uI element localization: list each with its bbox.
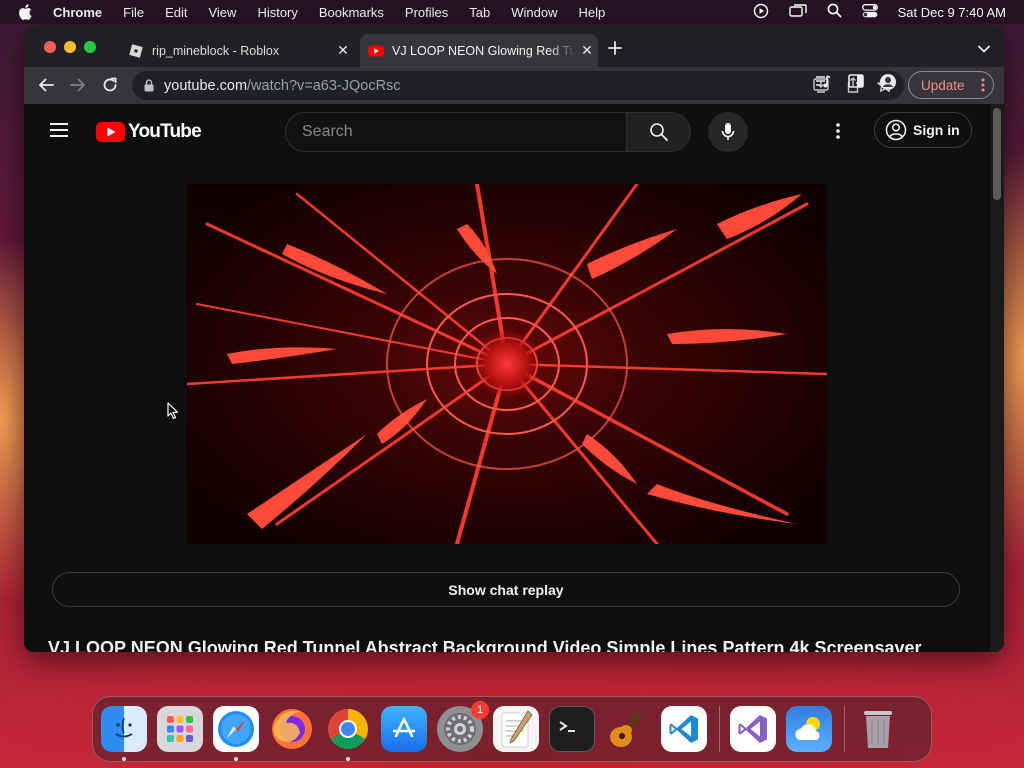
now-playing-icon[interactable] <box>753 3 769 22</box>
account-circle-icon <box>885 119 907 141</box>
tab-title: rip_mineblock - Roblox <box>152 43 280 58</box>
address-bar[interactable]: youtube.com/watch?v=a63-JQocRsc <box>132 71 904 100</box>
url-host: youtube.com <box>164 77 248 94</box>
page-scrollbar[interactable] <box>990 104 1004 652</box>
new-tab-icon[interactable] <box>608 39 622 59</box>
visual-studio-icon[interactable] <box>730 706 776 752</box>
close-tab-icon[interactable]: ✕ <box>576 42 598 59</box>
garageband-icon[interactable] <box>605 706 651 752</box>
spotlight-search-icon[interactable] <box>827 3 842 21</box>
screen-mirroring-icon[interactable] <box>788 3 807 21</box>
close-tab-icon[interactable]: ✕ <box>332 42 354 59</box>
youtube-icon <box>368 43 384 59</box>
menu-bookmarks[interactable]: Bookmarks <box>319 5 384 20</box>
chat-replay-label: Show chat replay <box>448 581 564 598</box>
voice-search-button[interactable] <box>708 112 748 152</box>
youtube-page: YouTube Sign in <box>24 104 1004 652</box>
window-controls <box>44 41 96 53</box>
fullscreen-window-button[interactable] <box>84 41 96 53</box>
app-store-icon[interactable] <box>381 706 427 752</box>
finder-icon[interactable] <box>101 706 147 761</box>
control-center-icon[interactable] <box>861 3 878 21</box>
dock: 1 <box>92 696 932 762</box>
neon-tunnel-video-frame <box>187 184 827 544</box>
trash-icon[interactable] <box>855 706 901 752</box>
update-chrome-button[interactable]: Update <box>908 71 994 99</box>
reload-icon[interactable] <box>98 73 122 97</box>
forward-arrow-icon[interactable] <box>66 73 90 97</box>
search-box <box>285 112 691 152</box>
menu-view[interactable]: View <box>208 5 236 20</box>
visual-studio-code-icon[interactable] <box>661 706 707 752</box>
guide-menu-icon[interactable] <box>50 123 68 137</box>
youtube-header: YouTube Sign in <box>24 104 1004 160</box>
side-panel-icon[interactable] <box>848 73 864 89</box>
dock-separator <box>844 706 845 752</box>
menu-bar: Chrome File Edit View History Bookmarks … <box>0 0 1024 24</box>
video-title: VJ LOOP NEON Glowing Red Tunnel Abstract… <box>48 638 922 652</box>
search-input[interactable] <box>286 113 626 151</box>
settings-kebab-icon[interactable] <box>836 122 840 145</box>
show-chat-replay-button[interactable]: Show chat replay <box>52 572 960 607</box>
tab-strip: rip_mineblock - Roblox ✕ VJ LOOP NEON Gl… <box>24 26 1004 67</box>
minimize-window-button[interactable] <box>64 41 76 53</box>
notification-badge: 1 <box>471 701 489 719</box>
youtube-wordmark: YouTube <box>128 121 202 142</box>
sign-in-label: Sign in <box>913 122 960 138</box>
microphone-icon <box>721 123 735 140</box>
menu-profiles[interactable]: Profiles <box>405 5 448 20</box>
google-chrome-icon[interactable] <box>325 706 371 761</box>
tab-youtube-video[interactable]: VJ LOOP NEON Glowing Red Tunnel Abstract… <box>360 34 598 67</box>
tab-title: VJ LOOP NEON Glowing Red Tunnel Abstract… <box>392 43 576 58</box>
url-path: /watch?v=a63-JQocRsc <box>247 77 401 94</box>
menu-app-name[interactable]: Chrome <box>53 5 102 20</box>
system-settings-icon[interactable]: 1 <box>437 701 489 752</box>
textedit-icon[interactable] <box>493 706 539 752</box>
menu-clock[interactable]: Sat Dec 9 7:40 AM <box>898 5 1006 20</box>
tab-roblox[interactable]: rip_mineblock - Roblox ✕ <box>120 34 354 67</box>
lock-icon[interactable] <box>144 79 154 92</box>
mouse-pointer-icon <box>167 402 179 425</box>
back-arrow-icon[interactable] <box>34 73 58 97</box>
profile-avatar-icon[interactable] <box>879 73 897 91</box>
menu-history[interactable]: History <box>257 5 297 20</box>
weather-icon[interactable] <box>786 706 832 752</box>
safari-icon[interactable] <box>213 706 259 761</box>
menu-window[interactable]: Window <box>511 5 557 20</box>
browser-toolbar: youtube.com/watch?v=a63-JQocRsc Update <box>24 67 1004 104</box>
menu-file[interactable]: File <box>123 5 144 20</box>
menu-help[interactable]: Help <box>579 5 606 20</box>
tab-search-chevron-icon[interactable] <box>978 40 990 58</box>
menu-edit[interactable]: Edit <box>165 5 187 20</box>
more-menu-icon[interactable] <box>981 78 985 95</box>
search-button[interactable] <box>626 113 690 151</box>
menu-tab[interactable]: Tab <box>469 5 490 20</box>
chrome-window: rip_mineblock - Roblox ✕ VJ LOOP NEON Gl… <box>24 26 1004 652</box>
apple-menu-icon[interactable] <box>18 4 36 20</box>
search-icon <box>649 123 668 141</box>
roblox-icon <box>128 43 144 59</box>
scrollbar-thumb[interactable] <box>993 108 1001 200</box>
youtube-logo[interactable]: YouTube <box>96 121 202 143</box>
video-player[interactable] <box>187 184 827 544</box>
launchpad-icon[interactable] <box>157 706 203 752</box>
youtube-play-logo-icon <box>96 122 125 142</box>
firefox-icon[interactable] <box>269 706 315 752</box>
update-label: Update <box>921 77 965 93</box>
media-controls-icon[interactable] <box>814 73 832 91</box>
dock-separator <box>719 706 720 752</box>
sign-in-button[interactable]: Sign in <box>874 112 972 148</box>
terminal-icon[interactable] <box>549 706 595 752</box>
close-window-button[interactable] <box>44 41 56 53</box>
